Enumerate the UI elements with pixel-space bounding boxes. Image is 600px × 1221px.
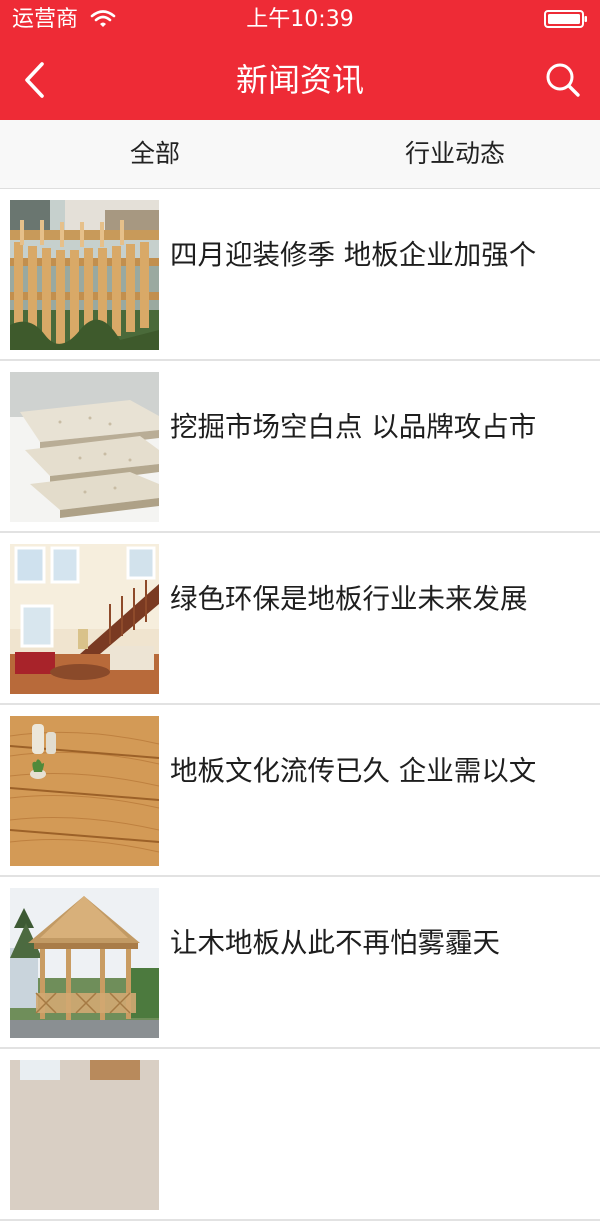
status-bar: 运营商 上午10:39: [0, 0, 600, 40]
news-thumbnail-floor: [10, 716, 159, 866]
news-title: 让木地板从此不再怕雾霾天: [170, 927, 500, 959]
news-item[interactable]: 挖掘市场空白点 以品牌攻占市: [0, 361, 600, 533]
news-thumbnail-livingroom: [10, 544, 159, 694]
news-title: 绿色环保是地板行业未来发展: [170, 583, 528, 615]
news-title: 四月迎装修季 地板企业加强个: [170, 239, 537, 271]
news-title: 地板文化流传已久 企业需以文: [170, 755, 537, 787]
news-thumbnail-fence: [10, 200, 159, 350]
news-thumbnail-partial: [10, 1060, 159, 1210]
news-item[interactable]: 四月迎装修季 地板企业加强个: [0, 189, 600, 361]
search-icon[interactable]: [544, 60, 582, 100]
news-item-partial[interactable]: [0, 1049, 600, 1221]
tab-all[interactable]: 全部: [5, 120, 305, 188]
category-tabs: 全部 行业动态: [0, 120, 600, 189]
page-title: 新闻资讯: [235, 61, 364, 99]
tab-industry-news[interactable]: 行业动态: [305, 120, 600, 188]
news-item[interactable]: 绿色环保是地板行业未来发展: [0, 533, 600, 705]
news-item[interactable]: 地板文化流传已久 企业需以文: [0, 705, 600, 877]
battery-icon: [544, 10, 587, 28]
status-time: 上午10:39: [246, 7, 354, 32]
news-thumbnail-pavilion: [10, 888, 159, 1038]
news-list: 四月迎装修季 地板企业加强个 挖掘市场空白点 以品牌攻占市 绿色环保是地板行业未…: [0, 189, 600, 1221]
navigation-bar: 新闻资讯: [0, 40, 600, 120]
app-header: 运营商 上午10:39 新闻资讯: [0, 0, 600, 120]
news-title: 挖掘市场空白点 以品牌攻占市: [170, 411, 537, 443]
news-item[interactable]: 让木地板从此不再怕雾霾天: [0, 877, 600, 1049]
news-thumbnail-boards: [10, 372, 159, 522]
